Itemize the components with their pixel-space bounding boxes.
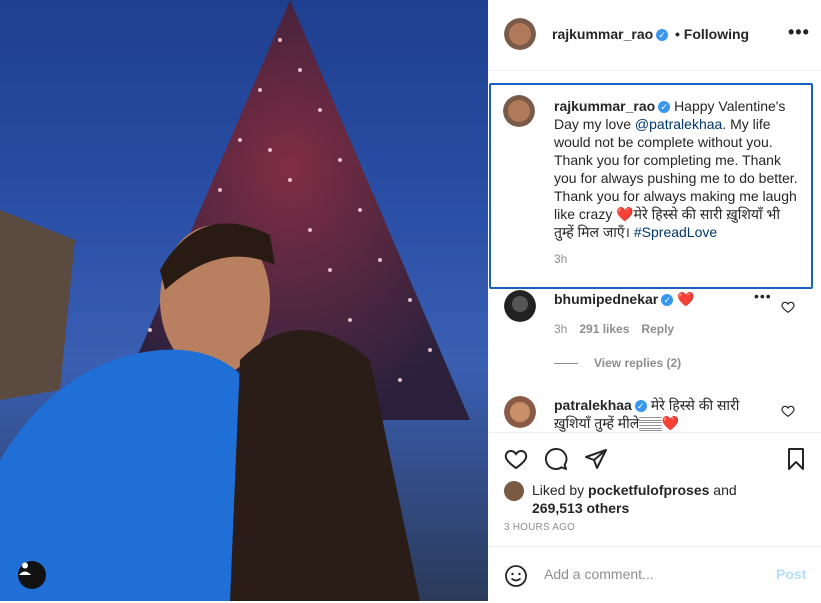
caption-text: rajkummar_rao ✓ Happy Valentine's Day my …	[554, 97, 800, 241]
more-options-icon[interactable]: •••	[788, 22, 810, 43]
user-tag-icon[interactable]	[18, 561, 46, 589]
comment-meta: 3h 291 likes Reply	[554, 322, 686, 336]
avatar-image	[503, 95, 535, 127]
author-username[interactable]: rajkummar_rao ✓	[552, 26, 669, 42]
photo-illustration	[0, 0, 470, 601]
verified-badge-icon: ✓	[661, 294, 674, 307]
likes-text: Liked by pocketfulofproses and 269,513 o…	[532, 481, 772, 517]
comment-like-icon[interactable]	[781, 404, 795, 418]
add-comment-bar: Add a comment... Post	[488, 546, 821, 603]
post-side-panel: rajkummar_rao ✓ • Following ••• rajkummar…	[488, 0, 821, 601]
view-replies-button[interactable]: View replies (2)	[554, 356, 681, 370]
comment-time: 3h	[554, 322, 568, 336]
comment-text: bhumipednekar ✓ ❤️	[554, 290, 754, 308]
like-heart-icon[interactable]	[504, 447, 528, 471]
reply-button[interactable]: Reply	[641, 322, 674, 336]
comment-body: ❤️	[677, 291, 695, 307]
caption-username[interactable]: rajkummar_rao	[554, 98, 655, 114]
liker-username[interactable]: pocketfulofproses	[588, 482, 709, 498]
caption-avatar[interactable]	[503, 95, 535, 127]
divider-line	[554, 363, 578, 365]
following-button[interactable]: • Following	[675, 26, 749, 42]
caption-mention-link[interactable]: @patralekhaa	[635, 116, 722, 132]
post-timestamp: 3 HOURS AGO	[504, 522, 576, 533]
save-bookmark-icon[interactable]	[784, 447, 808, 471]
avatar-image	[504, 18, 536, 50]
caption-timestamp: 3h	[554, 252, 568, 266]
caption-hashtag-link[interactable]: #SpreadLove	[634, 224, 717, 240]
comment-more-icon[interactable]: •••	[754, 288, 772, 304]
comment-bubble-icon[interactable]	[544, 447, 568, 471]
avatar-image	[504, 290, 536, 322]
verified-badge-icon: ✓	[658, 101, 671, 114]
post-comment-button[interactable]: Post	[776, 566, 806, 582]
share-paper-plane-icon[interactable]	[584, 447, 608, 471]
comment-input[interactable]: Add a comment...	[544, 566, 654, 582]
comment-text: patralekhaa ✓ मेरे हिस्से की सारी ख़ुशिया…	[554, 396, 754, 432]
caption-block: rajkummar_rao ✓ Happy Valentine's Day my …	[489, 83, 813, 289]
likes-others-count[interactable]: 269,513 others	[532, 500, 629, 516]
comment-like-icon[interactable]	[781, 300, 795, 314]
instagram-post-window: rajkummar_rao ✓ • Following ••• rajkummar…	[0, 0, 821, 601]
post-actions: Liked by pocketfulofproses and 269,513 o…	[488, 432, 821, 602]
comment-likes[interactable]: 291 likes	[579, 322, 629, 336]
view-replies-label[interactable]: View replies (2)	[594, 356, 681, 370]
person-icon	[19, 562, 31, 575]
commenter-avatar[interactable]	[504, 290, 536, 322]
liker-avatar[interactable]	[504, 481, 524, 501]
likes-suffix: and	[709, 482, 737, 498]
commenter-username[interactable]: patralekhaa	[554, 397, 632, 413]
emoji-icon[interactable]	[504, 564, 528, 588]
author-username-text[interactable]: rajkummar_rao	[552, 26, 653, 42]
likes-prefix: Liked by	[532, 482, 589, 498]
avatar-image	[504, 396, 536, 428]
verified-badge-icon: ✓	[634, 400, 647, 413]
post-photo[interactable]	[0, 0, 488, 601]
verified-badge-icon: ✓	[656, 29, 669, 42]
author-avatar[interactable]	[504, 18, 536, 50]
post-header: rajkummar_rao ✓ • Following •••	[488, 0, 821, 71]
commenter-username[interactable]: bhumipednekar	[554, 291, 658, 307]
commenter-avatar[interactable]	[504, 396, 536, 428]
caption-body-end: . My life would not be complete without …	[554, 116, 798, 240]
